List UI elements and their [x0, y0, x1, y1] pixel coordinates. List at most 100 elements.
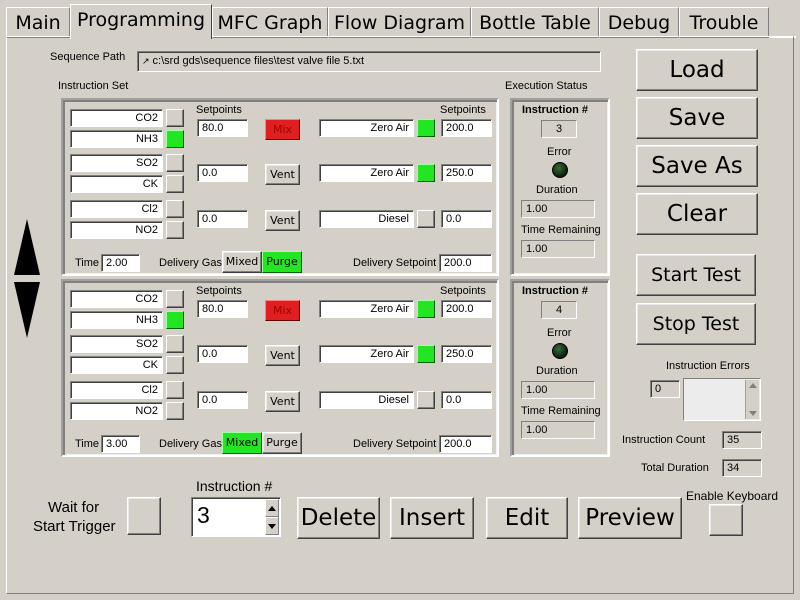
tab-programming[interactable]: Programming — [70, 4, 212, 39]
gas-name-field[interactable]: Zero Air — [319, 119, 414, 137]
delivery-setpoint-field[interactable]: 200.0 — [439, 435, 492, 453]
time-field[interactable]: 2.00 — [101, 254, 140, 272]
setpoint-field[interactable]: 0.0 — [197, 164, 248, 182]
preview-button[interactable]: Preview — [578, 497, 682, 539]
path-icon[interactable]: ↗ — [142, 56, 150, 66]
vent-button[interactable]: Vent — [265, 345, 300, 366]
gas-select-toggle[interactable] — [166, 356, 184, 374]
delivery-gas-label: Delivery Gas — [159, 257, 222, 269]
setpoint-field[interactable]: 0.0 — [197, 210, 248, 228]
tab-main[interactable]: Main — [6, 7, 70, 38]
scroll-up-arrow-icon[interactable] — [14, 219, 40, 275]
tab-bottle-table[interactable]: Bottle Table — [471, 7, 599, 38]
wait-trigger-toggle[interactable] — [127, 497, 161, 535]
instruction-count-value: 35 — [722, 431, 762, 449]
gas-name-field[interactable]: CO2 — [70, 290, 163, 308]
gas-select-toggle[interactable] — [166, 381, 184, 399]
gas-select-toggle[interactable] — [417, 391, 435, 409]
insert-button[interactable]: Insert — [390, 497, 474, 539]
gas-select-toggle[interactable] — [417, 300, 435, 318]
scroll-up-icon[interactable] — [749, 383, 757, 388]
gas-name-field[interactable]: Diesel — [319, 391, 414, 409]
setpoint-field[interactable]: 0.0 — [197, 345, 248, 363]
errors-scrollbar[interactable] — [745, 380, 759, 419]
gas-select-toggle[interactable] — [166, 130, 184, 148]
duration-label: Duration — [536, 365, 578, 377]
gas-name-field[interactable]: CK — [70, 175, 163, 193]
mixed-button[interactable]: Mixed — [222, 251, 262, 273]
gas-name-field[interactable]: NO2 — [70, 221, 163, 239]
gas-name-field[interactable]: Cl2 — [70, 200, 163, 218]
instruction-errors-list[interactable] — [683, 378, 761, 421]
sequence-path-field[interactable]: ↗ c:\srd gds\sequence files\test valve fi… — [137, 51, 601, 72]
instruction-errors-index[interactable]: 0 — [650, 380, 680, 398]
scroll-down-arrow-icon[interactable] — [14, 282, 40, 338]
tab-debug[interactable]: Debug — [599, 7, 679, 38]
setpoint-field[interactable]: 0.0 — [441, 391, 492, 409]
time-field[interactable]: 3.00 — [101, 435, 140, 453]
delete-button[interactable]: Delete — [297, 497, 380, 539]
setpoint-field[interactable]: 80.0 — [197, 300, 248, 318]
gas-name-field[interactable]: SO2 — [70, 335, 163, 353]
vent-button[interactable]: Vent — [265, 164, 300, 185]
purge-button[interactable]: Purge — [262, 251, 302, 273]
gas-select-toggle[interactable] — [417, 164, 435, 182]
scroll-down-icon[interactable] — [749, 411, 757, 416]
setpoint-field[interactable]: 80.0 — [197, 119, 248, 137]
instruction-number-label: Instruction # — [522, 104, 589, 116]
setpoint-field[interactable]: 250.0 — [441, 164, 492, 182]
gas-select-toggle[interactable] — [166, 402, 184, 420]
clear-button[interactable]: Clear — [636, 193, 758, 235]
gas-select-toggle[interactable] — [166, 335, 184, 353]
gas-name-field[interactable]: CK — [70, 356, 163, 374]
gas-select-toggle[interactable] — [166, 311, 184, 329]
setpoints-label: Setpoints — [440, 104, 486, 116]
purge-button[interactable]: Purge — [262, 432, 302, 454]
gas-name-field[interactable]: NH3 — [70, 130, 163, 148]
gas-select-toggle[interactable] — [166, 109, 184, 127]
stepper-up-button[interactable] — [265, 499, 279, 517]
save-as-button[interactable]: Save As — [636, 145, 758, 187]
save-button[interactable]: Save — [636, 97, 758, 139]
gas-select-toggle[interactable] — [166, 221, 184, 239]
delivery-setpoint-field[interactable]: 200.0 — [439, 254, 492, 272]
gas-name-field[interactable]: NO2 — [70, 402, 163, 420]
gas-name-field[interactable]: SO2 — [70, 154, 163, 172]
mix-button[interactable]: Mix — [265, 119, 300, 140]
stepper-down-button[interactable] — [265, 517, 279, 535]
setpoint-field[interactable]: 200.0 — [441, 300, 492, 318]
gas-name-field[interactable]: NH3 — [70, 311, 163, 329]
stop-test-button[interactable]: Stop Test — [636, 303, 756, 345]
vent-button[interactable]: Vent — [265, 391, 300, 412]
tab-trouble[interactable]: Trouble — [679, 7, 769, 38]
gas-name-field[interactable]: Zero Air — [319, 300, 414, 318]
gas-select-toggle[interactable] — [417, 119, 435, 137]
vent-button[interactable]: Vent — [265, 210, 300, 231]
tab-mfc-graph[interactable]: MFC Graph — [212, 7, 328, 38]
tab-flow-diagram[interactable]: Flow Diagram — [328, 7, 471, 38]
gas-name-field[interactable]: Cl2 — [70, 381, 163, 399]
total-duration-value: 34 — [722, 459, 762, 477]
gas-select-toggle[interactable] — [417, 210, 435, 228]
setpoint-field[interactable]: 200.0 — [441, 119, 492, 137]
load-button[interactable]: Load — [636, 49, 758, 91]
instruction-number-stepper[interactable]: 3 — [191, 497, 281, 537]
setpoint-field[interactable]: 250.0 — [441, 345, 492, 363]
edit-button[interactable]: Edit — [486, 497, 568, 539]
setpoint-field[interactable]: 0.0 — [441, 210, 492, 228]
gas-name-field[interactable]: Zero Air — [319, 345, 414, 363]
gas-select-toggle[interactable] — [417, 345, 435, 363]
mix-button[interactable]: Mix — [265, 300, 300, 321]
start-test-button[interactable]: Start Test — [636, 254, 756, 296]
gas-name-field[interactable]: Zero Air — [319, 164, 414, 182]
enable-keyboard-toggle[interactable] — [709, 504, 743, 536]
gas-select-toggle[interactable] — [166, 290, 184, 308]
gas-name-field[interactable]: Diesel — [319, 210, 414, 228]
mixed-button[interactable]: Mixed — [222, 432, 262, 454]
setpoint-field[interactable]: 0.0 — [197, 391, 248, 409]
gas-name-field[interactable]: CO2 — [70, 109, 163, 127]
gas-select-toggle[interactable] — [166, 200, 184, 218]
gas-select-toggle[interactable] — [166, 175, 184, 193]
total-duration-label: Total Duration — [641, 462, 709, 474]
gas-select-toggle[interactable] — [166, 154, 184, 172]
